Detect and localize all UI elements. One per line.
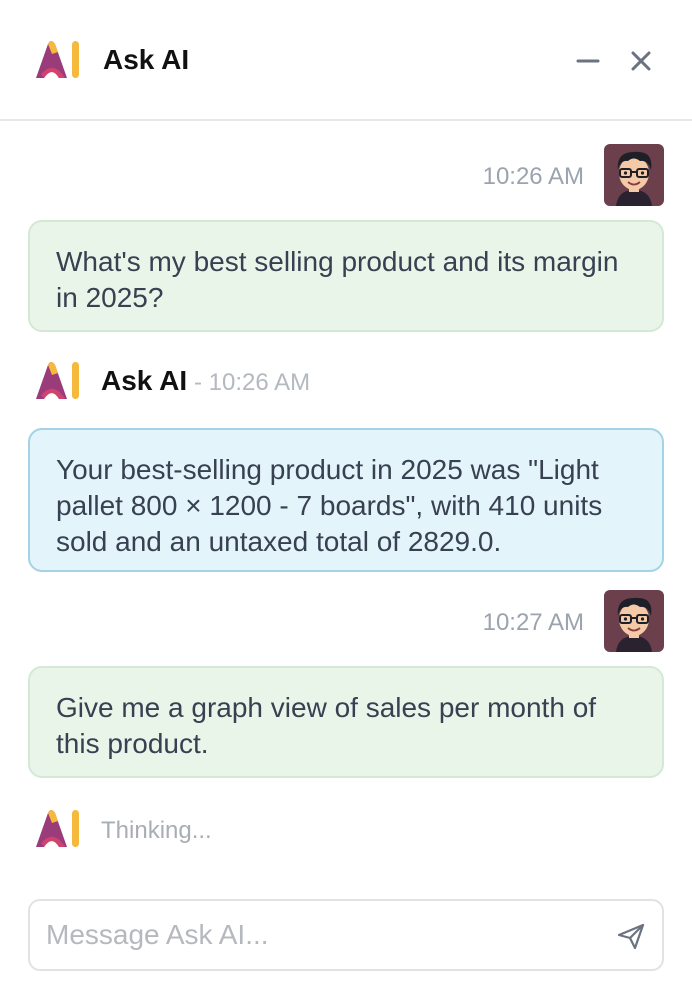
ask-ai-logo-icon — [30, 38, 82, 80]
assistant-message-meta: Ask AI - 10:26 AM — [0, 359, 692, 403]
message-timestamp: - 10:26 AM — [194, 369, 311, 396]
message-timestamp: 10:27 AM — [482, 609, 584, 636]
user-avatar — [604, 590, 664, 652]
assistant-message-bubble: Your best-selling product in 2025 was "L… — [28, 428, 664, 572]
ask-ai-logo-icon — [30, 359, 82, 401]
user-message-meta: 10:27 AM — [0, 590, 692, 652]
user-message-meta: 10:26 AM — [0, 144, 692, 206]
message-timestamp: 10:26 AM — [482, 163, 584, 190]
chat-header: Ask AI — [0, 0, 692, 121]
ask-ai-logo-icon — [30, 807, 82, 849]
message-input[interactable] — [46, 915, 606, 955]
user-message-bubble: Give me a graph view of sales per month … — [28, 666, 664, 778]
header-title: Ask AI — [103, 44, 190, 75]
close-icon[interactable] — [627, 47, 655, 75]
user-avatar — [604, 144, 664, 206]
thinking-status: Thinking... — [101, 817, 212, 844]
assistant-thinking-row: Thinking... — [0, 807, 692, 851]
assistant-name: Ask AI — [101, 365, 188, 396]
minimize-icon[interactable] — [574, 47, 602, 75]
message-composer — [28, 899, 664, 971]
send-icon[interactable] — [616, 921, 646, 951]
user-message-bubble: What's my best selling product and its m… — [28, 220, 664, 332]
